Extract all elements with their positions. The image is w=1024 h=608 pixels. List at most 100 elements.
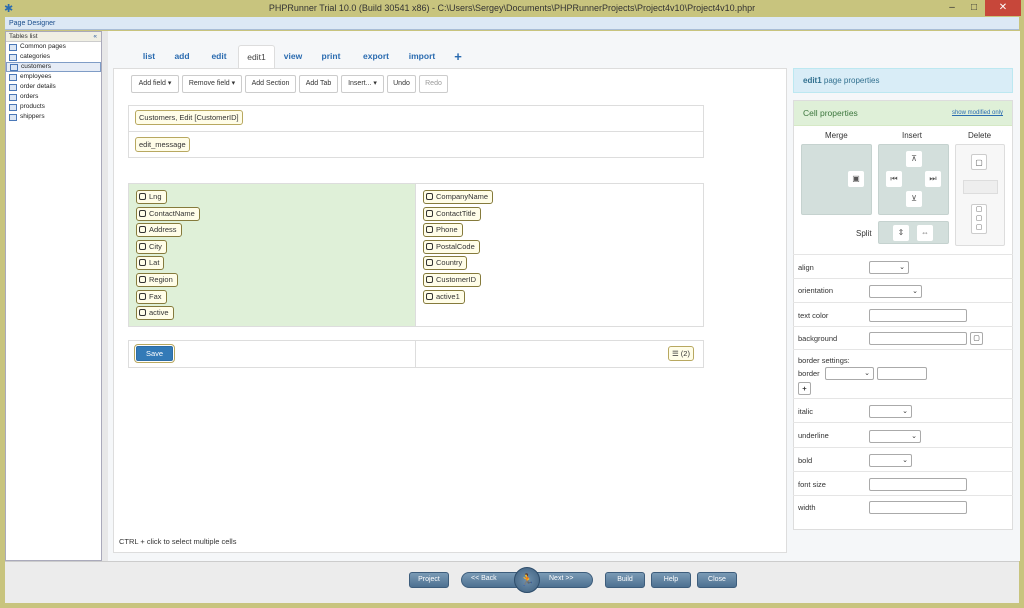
add-field-button[interactable]: Add field ▾ (131, 75, 179, 93)
field-chip[interactable]: Lat (136, 256, 165, 271)
field-chip[interactable]: Region (136, 273, 178, 287)
align-select[interactable]: ⌄ (869, 261, 909, 274)
tab-export[interactable]: export (356, 45, 396, 68)
table-item[interactable]: categories (6, 52, 101, 62)
field-chip[interactable]: Address (136, 223, 182, 238)
table-item[interactable]: customers (6, 62, 101, 72)
border-input[interactable] (877, 367, 927, 380)
bold-select[interactable]: ⌄ (869, 454, 912, 467)
field-chip[interactable]: City (136, 239, 167, 254)
split-vertical-icon[interactable]: ⇕ (893, 225, 909, 241)
delete-row-icon[interactable] (963, 180, 998, 194)
field-chip[interactable]: Phone (423, 223, 463, 238)
field-name: Region (149, 275, 173, 284)
table-item[interactable]: order details (6, 82, 101, 92)
text-color-label: text color (798, 311, 829, 320)
add-section-button[interactable]: Add Section (245, 75, 296, 93)
next-button[interactable]: Next >> (549, 575, 574, 582)
bold-label: bold (798, 456, 813, 465)
tab-print[interactable]: print (316, 45, 346, 68)
more-buttons-chip[interactable]: ☰ (2) (668, 346, 694, 361)
italic-select[interactable]: ⌄ (869, 405, 912, 418)
merge-box: ▣ (801, 144, 872, 215)
page-header-chip[interactable]: Customers, Edit [CustomerID] (135, 110, 243, 125)
field-name: CompanyName (436, 192, 489, 201)
cell-properties-title: Cell properties (803, 108, 858, 118)
collapse-icon[interactable]: « (93, 32, 97, 42)
field-name: Fax (149, 291, 162, 301)
tables-list-header: Tables list « (6, 32, 101, 42)
insert-below-icon[interactable]: ⊻ (906, 191, 922, 207)
prop-width: width (793, 495, 1013, 519)
cell-properties-header: Cell properties show modified only (794, 101, 1012, 126)
font-size-input[interactable] (869, 478, 967, 491)
save-button[interactable]: Save (133, 344, 176, 363)
table-item[interactable]: Common pages (6, 42, 101, 52)
redo-button[interactable]: Redo (419, 75, 448, 93)
run-icon[interactable]: 🏃 (514, 567, 540, 593)
field-chip[interactable]: active (136, 306, 174, 321)
add-border-button[interactable]: + (798, 382, 811, 395)
insert-left-icon[interactable]: ⏮ (886, 171, 902, 187)
table-item[interactable]: employees (6, 72, 101, 82)
table-item-label: order details (20, 83, 56, 90)
add-tab-button[interactable]: Add Tab (299, 75, 338, 93)
tab-list[interactable]: list (138, 45, 160, 68)
delete-column-icon[interactable]: ▢ ▢ ▢ (971, 204, 987, 234)
field-chip[interactable]: Fax (136, 289, 167, 304)
border-select[interactable]: ⌄ (825, 367, 874, 380)
table-icon (9, 83, 17, 91)
project-button[interactable]: Project (409, 572, 449, 588)
field-chip[interactable]: ContactTitle (423, 206, 481, 221)
header-cell[interactable]: Customers, Edit [CustomerID] (128, 105, 704, 132)
build-button[interactable]: Build (605, 572, 645, 588)
field-name: ContactName (149, 208, 195, 218)
insert-right-icon[interactable]: ⏭ (925, 171, 941, 187)
close-button[interactable]: Close (697, 572, 737, 588)
background-input[interactable] (869, 332, 967, 345)
undo-button[interactable]: Undo (387, 75, 416, 93)
tab-edit[interactable]: edit (205, 45, 233, 68)
buttons-cell-left[interactable]: Save (128, 340, 416, 368)
fields-cell-left[interactable]: Lng ContactName Address City Lat Region Fax act… (128, 183, 416, 327)
split-horizontal-icon[interactable]: ⇔ (917, 225, 933, 241)
field-chip[interactable]: CompanyName (423, 190, 494, 204)
edit-message-chip[interactable]: edit_message (135, 137, 190, 152)
help-button[interactable]: Help (651, 572, 691, 588)
maximize-button[interactable]: □ (963, 0, 985, 16)
tab-view[interactable]: view (279, 45, 307, 68)
delete-cell-icon[interactable]: ▢ (971, 154, 987, 170)
field-chip[interactable]: ContactName (136, 206, 200, 221)
field-chip[interactable]: PostalCode (423, 239, 480, 254)
width-input[interactable] (869, 501, 967, 514)
field-chip[interactable]: Country (423, 256, 468, 271)
minimize-button[interactable]: – (941, 0, 963, 16)
tab-add[interactable]: add (170, 45, 194, 68)
table-item[interactable]: shippers (6, 112, 101, 122)
color-picker-icon[interactable]: ▢ (970, 332, 983, 345)
page-properties-header: edit1 page properties (793, 68, 1013, 93)
back-button[interactable]: << Back (471, 575, 497, 582)
close-window-button[interactable]: ✕ (985, 0, 1021, 16)
table-item-label: shippers (20, 113, 45, 120)
text-color-input[interactable] (869, 309, 967, 322)
orientation-select[interactable]: ⌄ (869, 285, 922, 298)
underline-label: underline (798, 431, 829, 440)
remove-field-button[interactable]: Remove field ▾ (182, 75, 242, 93)
buttons-cell-right[interactable]: ☰ (2) (416, 340, 704, 368)
field-chip[interactable]: active1 (423, 289, 465, 304)
field-chip[interactable]: Lng (136, 190, 167, 204)
merge-right-icon[interactable]: ▣ (848, 171, 864, 187)
underline-select[interactable]: ⌄ (869, 430, 921, 443)
tab-edit1[interactable]: edit1 (238, 45, 275, 68)
message-cell[interactable]: edit_message (128, 131, 704, 158)
table-item[interactable]: orders (6, 92, 101, 102)
insert-above-icon[interactable]: ⊼ (906, 151, 922, 167)
field-chip[interactable]: CustomerID (423, 273, 482, 287)
fields-cell-right[interactable]: CompanyName ContactTitle Phone PostalCode Co… (416, 183, 704, 327)
tab-import[interactable]: import (401, 45, 443, 68)
show-modified-link[interactable]: show modified only (952, 101, 1003, 125)
add-page-tab-button[interactable]: + (450, 45, 466, 68)
table-item[interactable]: products (6, 102, 101, 112)
insert-button[interactable]: Insert... ▾ (341, 75, 384, 93)
